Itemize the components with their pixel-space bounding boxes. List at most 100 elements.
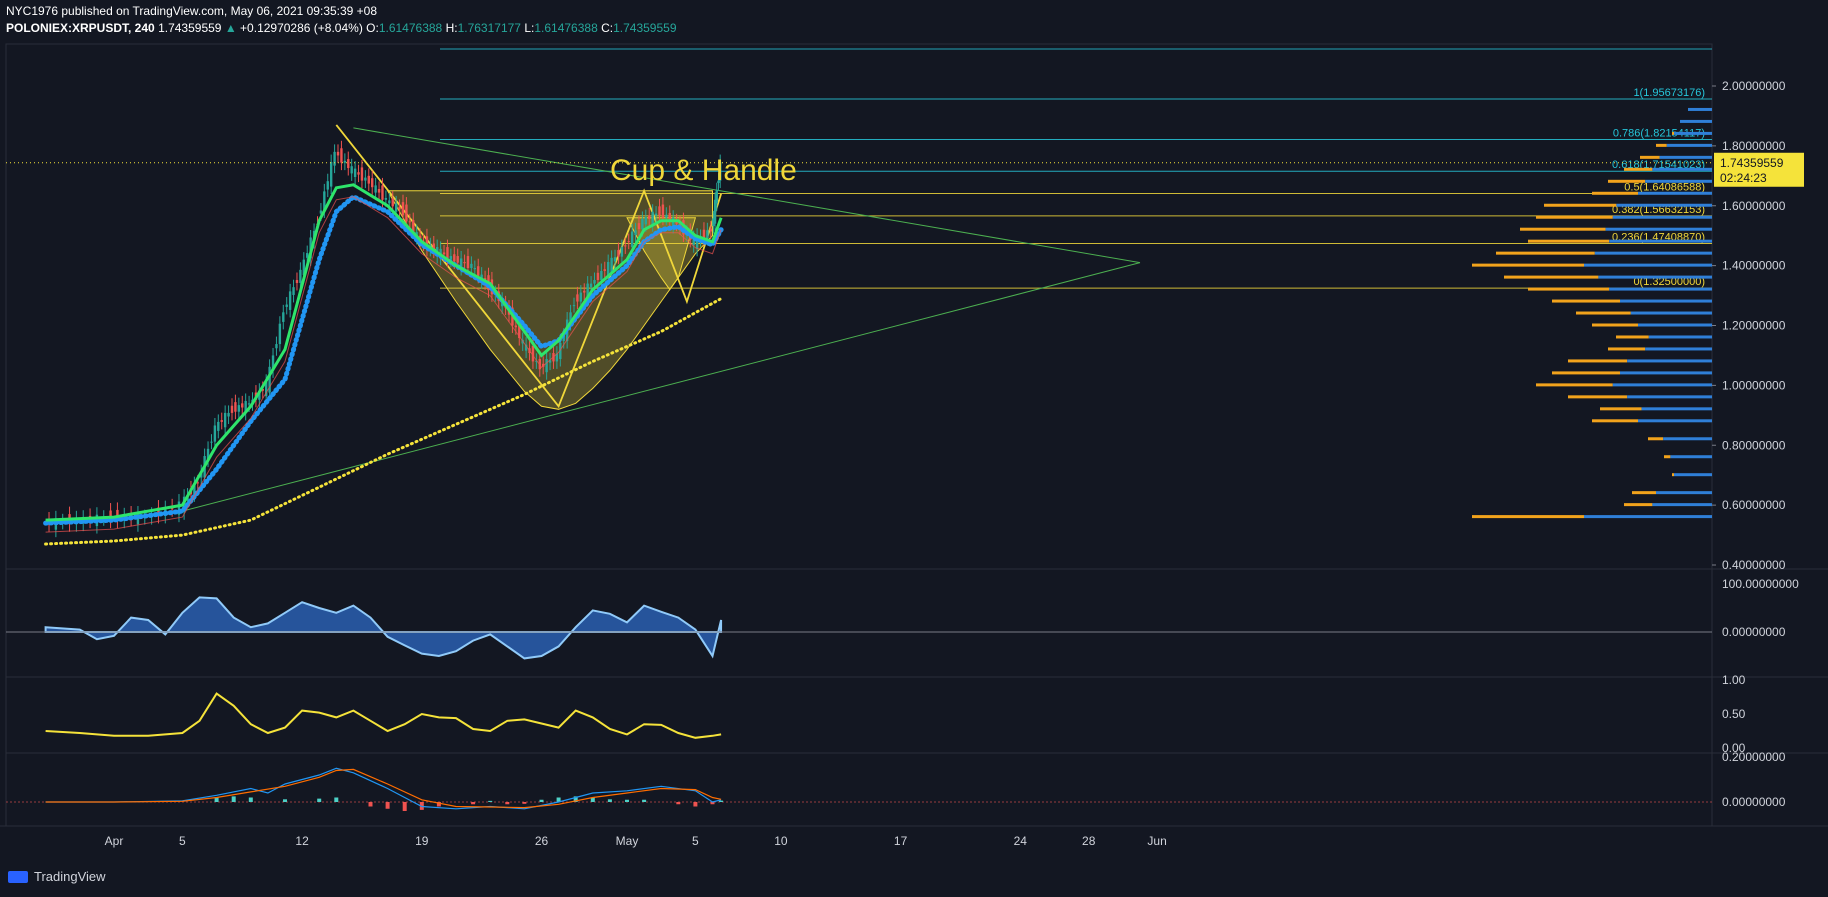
time-tick-label: 12 — [295, 834, 309, 848]
volume-profile-bar-up — [1472, 263, 1584, 267]
candle-body — [514, 325, 518, 328]
candle-body — [213, 425, 217, 442]
price-tag-countdown: 02:24:23 — [1720, 171, 1767, 185]
tradingview-logo-icon — [8, 870, 28, 883]
volume-profile-bar-up — [1648, 437, 1664, 441]
volume-profile-bar-up — [1472, 515, 1584, 519]
candle-body — [282, 312, 285, 322]
volume-profile-bar-up — [1568, 395, 1628, 399]
candle-body — [624, 245, 627, 247]
volume-profile-bar-up — [1568, 359, 1628, 363]
volume-profile-bar-down — [1674, 131, 1712, 135]
volume-profile-bar-up — [1552, 371, 1620, 375]
volume-profile-bar-down — [1612, 383, 1712, 387]
volume-profile-bar-up — [1672, 131, 1674, 135]
candle-body — [463, 262, 466, 264]
volume-profile-bar-up — [1536, 383, 1613, 387]
tradingview-brand: TradingView — [34, 869, 106, 884]
candle-body — [353, 168, 357, 178]
candle-body — [654, 213, 658, 216]
candle-body — [217, 421, 220, 431]
candle-body — [583, 290, 586, 293]
candle-body — [473, 268, 477, 270]
candle-body — [371, 178, 374, 188]
volatility-line — [45, 692, 722, 739]
volume-profile-bar-down — [1630, 311, 1712, 315]
candle-body — [223, 412, 227, 428]
volume-profile-bar-down — [1688, 107, 1712, 111]
candle-body — [637, 223, 641, 230]
candle-body — [715, 190, 718, 204]
volume-profile-bar-up — [1504, 275, 1599, 279]
volume-profile-bar-up — [1592, 323, 1638, 327]
price-tick-label: 1.20000000 — [1722, 319, 1786, 333]
volume-profile-bar-down — [1605, 227, 1712, 231]
candle-body — [347, 159, 350, 169]
macd-histogram-bar — [642, 799, 647, 802]
volume-profile-bar-down — [1641, 407, 1712, 411]
volume-profile-bar-down — [1616, 203, 1712, 207]
time-tick-label: 26 — [535, 834, 549, 848]
macd-histogram-bar — [471, 802, 476, 805]
candle-body — [589, 283, 593, 288]
candle-body — [367, 175, 370, 184]
candle-body — [210, 441, 213, 443]
candle-body — [545, 359, 548, 373]
candle-body — [234, 402, 237, 412]
candle-body — [661, 204, 665, 218]
volume-profile-bar-down — [1598, 275, 1712, 279]
volume-profile-bar-up — [1664, 455, 1671, 459]
macd-histogram-bar — [248, 797, 253, 802]
macd-histogram-bar — [719, 800, 724, 802]
candle-body — [285, 304, 288, 307]
volume-profile-bar-down — [1680, 119, 1712, 123]
candle-body — [641, 218, 644, 230]
oscillator-tick-label: 0.00000000 — [1722, 625, 1786, 639]
volume-profile-bar-up — [1520, 227, 1606, 231]
time-tick-label: 10 — [774, 834, 788, 848]
macd-histogram-bar — [317, 798, 322, 802]
volume-profile-bar-up — [1496, 251, 1595, 255]
time-tick-label: 19 — [415, 834, 429, 848]
candle-body — [230, 405, 234, 413]
time-tick-label: Apr — [105, 834, 124, 848]
volume-profile-bar-down — [1674, 473, 1712, 477]
volatility-tick-label: 1.00 — [1722, 673, 1746, 687]
candle-body — [634, 230, 637, 236]
macd-histogram-bar — [334, 797, 339, 802]
macd-histogram-bar — [402, 802, 407, 811]
candle-body — [405, 204, 408, 222]
volume-profile-bar-down — [1652, 167, 1712, 171]
candle-body — [292, 287, 295, 295]
candle-body — [374, 185, 377, 193]
candle-body — [241, 403, 244, 408]
candle-body — [227, 412, 230, 417]
volume-profile-bar-up — [1552, 299, 1620, 303]
candle-body — [706, 230, 709, 239]
volume-profile-bar-down — [1656, 491, 1712, 495]
time-tick-label: 17 — [894, 834, 908, 848]
volume-profile-bar-up — [1592, 419, 1638, 423]
macd-histogram-bar — [625, 799, 629, 802]
candle-body — [388, 200, 391, 204]
tradingview-logo[interactable]: TradingView — [8, 869, 106, 884]
candle-body — [326, 181, 329, 190]
chart-canvas[interactable]: 1(1.95673176)0.786(1.82154117)0.618(1.71… — [0, 0, 1828, 862]
candle-body — [665, 214, 668, 218]
macd-histogram-bar — [505, 802, 510, 805]
volume-profile-bar-up — [1672, 473, 1674, 477]
candle-body — [572, 305, 576, 307]
volume-profile-bar-up — [1632, 491, 1656, 495]
volume-profile-bar-up — [1536, 215, 1613, 219]
macd-histogram-bar — [488, 800, 493, 802]
cup-handle-annotation: Cup & Handle — [610, 154, 797, 187]
candle-body — [644, 217, 648, 225]
volume-profile-bar-down — [1652, 503, 1712, 507]
price-tick-label: 1.00000000 — [1722, 378, 1786, 392]
volume-profile-bar-down — [1645, 179, 1712, 183]
fib-level-label: 0.5(1.64086588) — [1624, 182, 1705, 194]
volume-profile-bar-down — [1612, 215, 1712, 219]
candle-body — [288, 291, 292, 310]
volume-profile-bar-down — [1638, 419, 1712, 423]
macd-histogram-bar — [522, 802, 527, 804]
